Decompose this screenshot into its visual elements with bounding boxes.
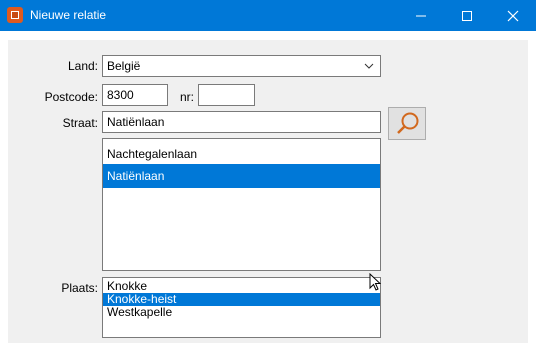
magnifier-icon [397,112,419,134]
mouse-cursor-icon [369,273,381,291]
place-listbox[interactable]: Knokke Knokke-heist Westkapelle [102,277,381,338]
street-input[interactable]: Natiënlaan [102,111,381,133]
country-select[interactable]: België [102,55,381,77]
window-title: Nieuwe relatie [30,8,107,22]
street-list-item-selected[interactable]: Natiënlaan [103,164,380,188]
street-label: Straat: [62,116,98,130]
dialog-body: Land: België Postcode: 8300 nr: Straat: … [8,40,528,343]
chevron-down-icon [364,63,374,69]
street-value: Natiënlaan [107,115,165,129]
title-bar[interactable]: Nieuwe relatie [0,0,536,31]
close-icon [507,10,519,22]
postcode-value: 8300 [107,88,134,102]
number-label: nr: [179,90,194,104]
minimize-button[interactable] [398,0,444,31]
search-button[interactable] [388,107,426,140]
close-button[interactable] [490,0,536,31]
app-icon[interactable] [7,7,23,23]
street-listbox[interactable]: Nachtegalenlaan Natiënlaan [102,138,381,271]
country-label: Land: [67,59,98,73]
place-label: Plaats: [61,281,98,295]
street-list-item[interactable]: Nachtegalenlaan [103,145,380,163]
number-input[interactable] [198,84,255,106]
postcode-input[interactable]: 8300 [102,84,168,106]
maximize-button[interactable] [444,0,490,31]
postcode-label: Postcode: [44,90,98,104]
place-list-item[interactable]: Westkapelle [103,306,380,319]
country-value: België [107,59,141,73]
maximize-icon [462,11,472,21]
minimize-icon [416,15,426,17]
